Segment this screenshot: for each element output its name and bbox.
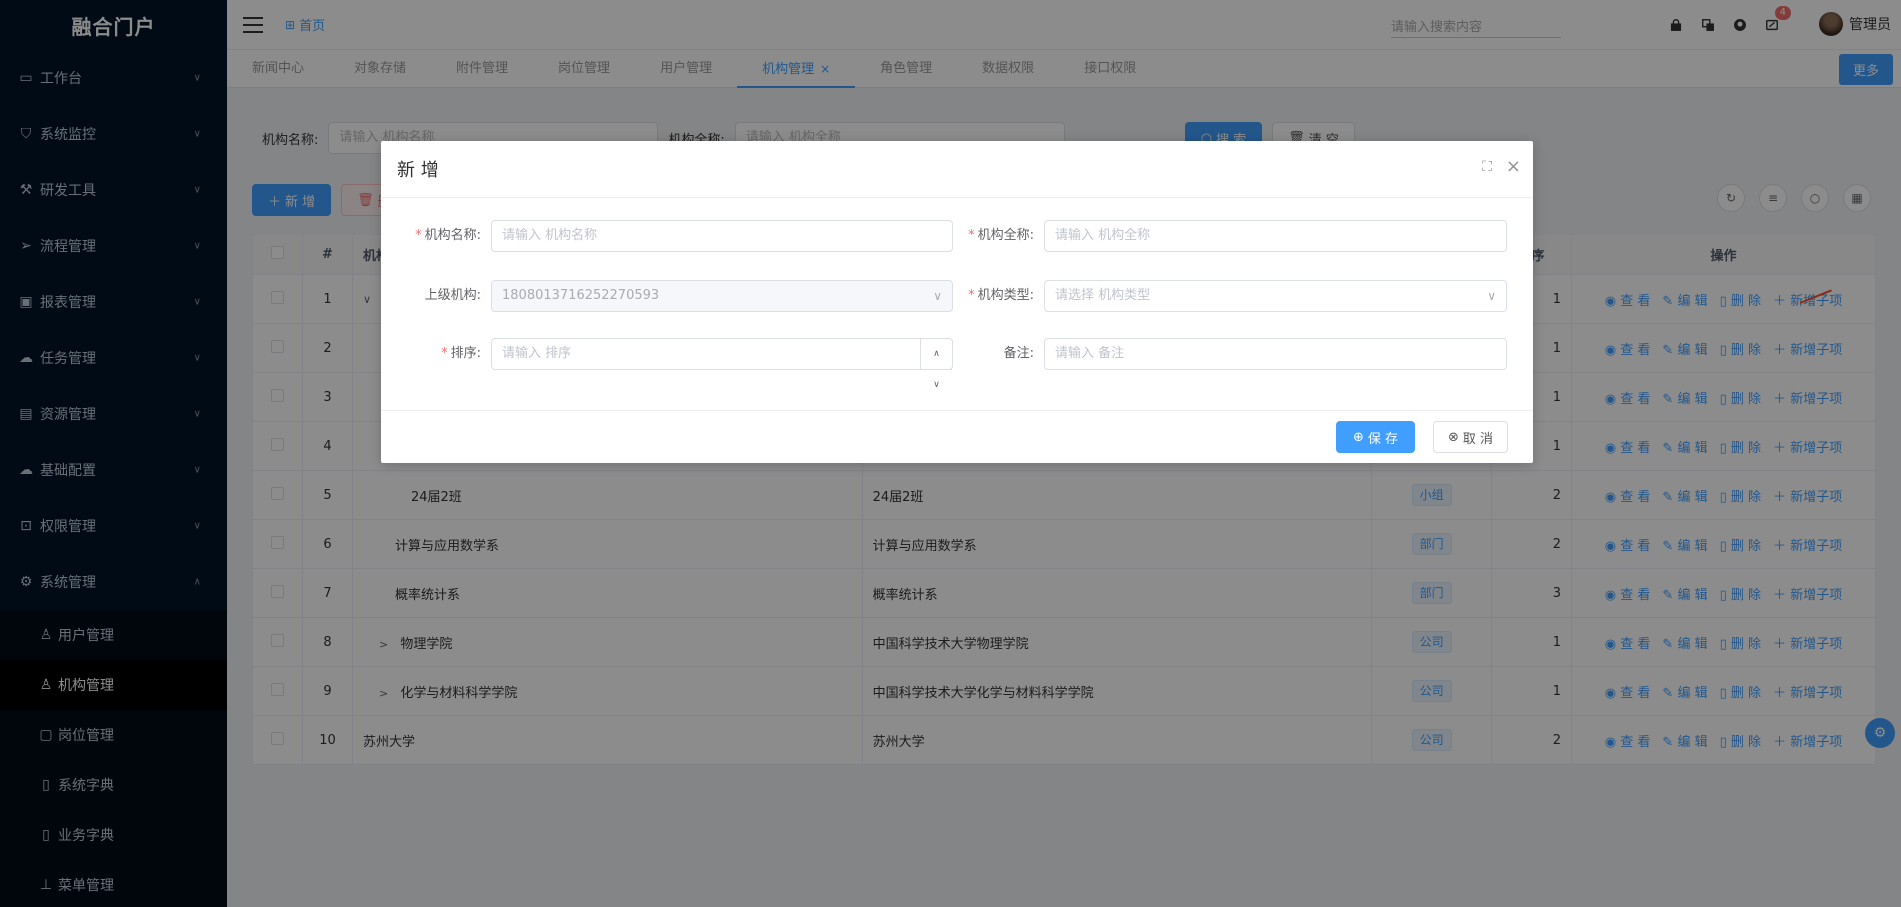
- form-row-3: * 排序: 请输入 排序 ∧ ∨ 备注: 请输入 备注: [381, 338, 1533, 390]
- cancel-button[interactable]: ⊗ 取 消: [1433, 421, 1509, 453]
- stepper-down-icon[interactable]: ∨: [921, 370, 952, 400]
- org-type-placeholder: 请选择 机构类型: [1055, 288, 1151, 303]
- parent-org-select: 1808013716252270593 ∨: [491, 280, 953, 312]
- fullscreen-icon[interactable]: ⛶: [1482, 159, 1492, 175]
- add-org-dialog: 新 增 ⛶ × * 机构名称: 请输入 机构名称 * 机构全称: 请输入 机构全称 …: [381, 141, 1533, 463]
- dialog-header-icons: ⛶ ×: [1482, 158, 1521, 176]
- org-type-label: * 机构类型:: [968, 288, 1034, 303]
- form-row-1: * 机构名称: 请输入 机构名称 * 机构全称: 请输入 机构全称: [381, 220, 1533, 254]
- stepper-controls: ∧ ∨: [920, 339, 952, 390]
- remark-input[interactable]: 请输入 备注: [1044, 338, 1507, 370]
- dialog-form: * 机构名称: 请输入 机构名称 * 机构全称: 请输入 机构全称 上级机构: 18…: [381, 198, 1533, 410]
- sort-placeholder: 请输入 排序: [502, 346, 572, 361]
- parent-org-value: 1808013716252270593: [502, 288, 660, 303]
- org-fullname-label: * 机构全称:: [968, 228, 1034, 243]
- org-name-input[interactable]: 请输入 机构名称: [491, 220, 953, 252]
- org-name-label: * 机构名称:: [415, 228, 481, 243]
- form-row-2: 上级机构: 1808013716252270593 ∨ * 机构类型: 请选择 机…: [381, 280, 1533, 314]
- dialog-header: 新 增 ⛶ ×: [381, 141, 1533, 198]
- dialog-title: 新 增: [397, 160, 439, 181]
- save-button[interactable]: ⊕ 保 存: [1336, 421, 1416, 453]
- sort-label: * 排序:: [441, 346, 481, 361]
- dialog-footer: ⊕ 保 存 ⊗ 取 消: [381, 410, 1533, 463]
- cancel-icon: ⊗: [1448, 429, 1459, 445]
- sort-stepper[interactable]: 请输入 排序 ∧ ∨: [491, 338, 953, 390]
- app-root: 融合门户 ▭ 工作台 ∨ ⛉ 系统监控 ∨ ⚒ 研发工具 ∨ ➢ 流程管理 ∨ ▣ 报表…: [0, 0, 1901, 907]
- org-type-select[interactable]: 请选择 机构类型 ∨: [1044, 280, 1507, 312]
- stepper-up-icon[interactable]: ∧: [921, 339, 952, 370]
- parent-org-label: 上级机构:: [424, 288, 481, 303]
- chevron-down-icon: ∨: [933, 289, 942, 303]
- remark-label: 备注:: [1003, 346, 1034, 361]
- cancel-button-label: 取 消: [1462, 431, 1494, 447]
- save-button-label: 保 存: [1367, 431, 1399, 447]
- close-icon[interactable]: ×: [1506, 158, 1521, 176]
- save-icon: ⊕: [1353, 429, 1364, 445]
- chevron-down-icon: ∨: [1487, 289, 1496, 303]
- org-fullname-input[interactable]: 请输入 机构全称: [1044, 220, 1507, 252]
